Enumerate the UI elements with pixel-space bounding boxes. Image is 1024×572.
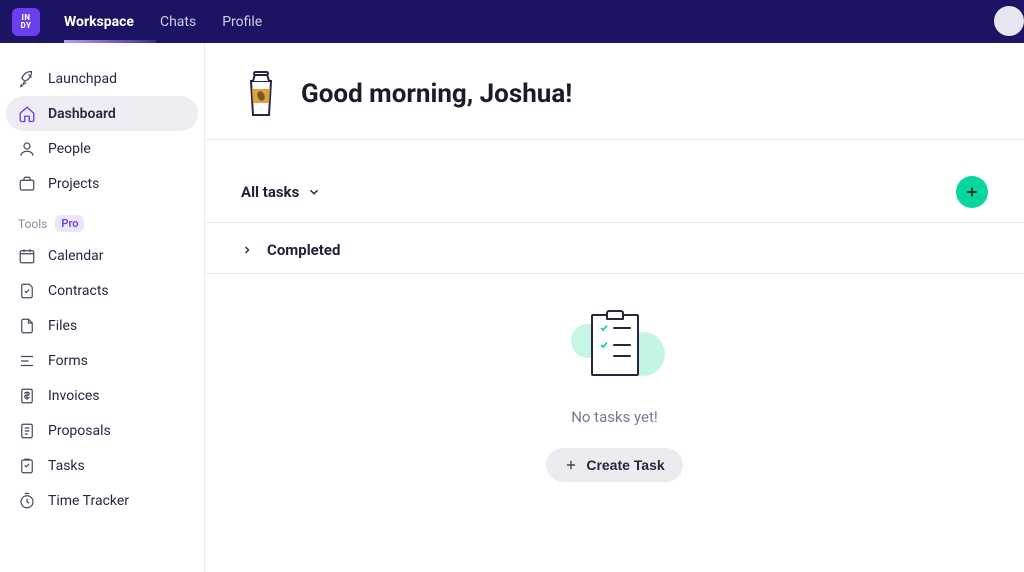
sidebar-item-label: Invoices [48,388,100,404]
sidebar-item-label: Projects [48,176,99,192]
section-label: Completed [267,241,340,259]
pro-badge: Pro [55,215,84,232]
create-task-button[interactable]: Create Task [546,448,682,482]
sidebar-item-label: Tasks [48,458,85,474]
forms-icon [18,352,36,370]
plus-icon [564,458,578,472]
filter-label: All tasks [241,183,299,201]
sidebar-item-time-tracker[interactable]: Time Tracker [6,483,198,518]
sidebar-item-label: People [48,141,91,157]
add-task-fab[interactable] [956,176,988,208]
sidebar-item-label: Time Tracker [48,493,129,509]
home-icon [18,105,36,123]
empty-text: No tasks yet! [571,408,658,426]
sidebar-item-label: Forms [48,353,88,369]
avatar[interactable] [994,6,1024,36]
sidebar-item-label: Calendar [48,248,104,264]
briefcase-icon [18,175,36,193]
brand-logo[interactable]: IN DY [12,8,40,36]
top-nav: IN DY Workspace Chats Profile [0,0,1024,43]
section-completed[interactable]: Completed [205,223,1024,274]
sidebar-item-label: Contracts [48,283,109,299]
sidebar-item-contracts[interactable]: Contracts [6,273,198,308]
greeting-row: Good morning, Joshua! [205,69,1024,140]
timer-icon [18,492,36,510]
contract-icon [18,282,36,300]
sidebar-item-label: Proposals [48,423,111,439]
page-title: Good morning, Joshua! [301,79,572,109]
empty-state: No tasks yet! Create Task [205,274,1024,510]
sidebar-item-forms[interactable]: Forms [6,343,198,378]
sidebar-item-projects[interactable]: Projects [6,166,198,201]
nav-chats[interactable]: Chats [160,2,196,42]
create-task-label: Create Task [586,457,664,473]
chevron-down-icon [307,185,321,199]
sidebar-item-label: Dashboard [48,106,116,122]
rocket-icon [18,70,36,88]
sidebar-item-proposals[interactable]: Proposals [6,413,198,448]
coffee-icon [241,69,283,119]
sidebar-item-tasks[interactable]: Tasks [6,448,198,483]
sidebar-item-dashboard[interactable]: Dashboard [6,96,198,131]
invoice-icon [18,387,36,405]
tasks-filter-bar: All tasks [205,158,1024,223]
sidebar-item-launchpad[interactable]: Launchpad [6,61,198,96]
tasks-icon [18,457,36,475]
sidebar-item-label: Launchpad [48,71,117,87]
empty-illustration [567,310,663,390]
sidebar-item-people[interactable]: People [6,131,198,166]
sidebar-item-label: Files [48,318,77,334]
main-content: Good morning, Joshua! All tasks Complete… [205,43,1024,572]
sidebar-item-invoices[interactable]: Invoices [6,378,198,413]
sidebar-tools-header: Tools Pro [6,201,198,238]
tools-header-text: Tools [18,217,47,231]
nav-workspace[interactable]: Workspace [64,2,134,42]
tasks-filter[interactable]: All tasks [241,183,321,201]
sidebar-item-calendar[interactable]: Calendar [6,238,198,273]
sidebar: Launchpad Dashboard People Projects Tool… [0,43,205,572]
sidebar-item-files[interactable]: Files [6,308,198,343]
files-icon [18,317,36,335]
nav-profile[interactable]: Profile [222,2,262,42]
nav-active-underline [64,40,156,43]
calendar-icon [18,247,36,265]
chevron-right-icon [241,244,253,256]
person-icon [18,140,36,158]
brand-line2: DY [20,22,31,30]
proposal-icon [18,422,36,440]
